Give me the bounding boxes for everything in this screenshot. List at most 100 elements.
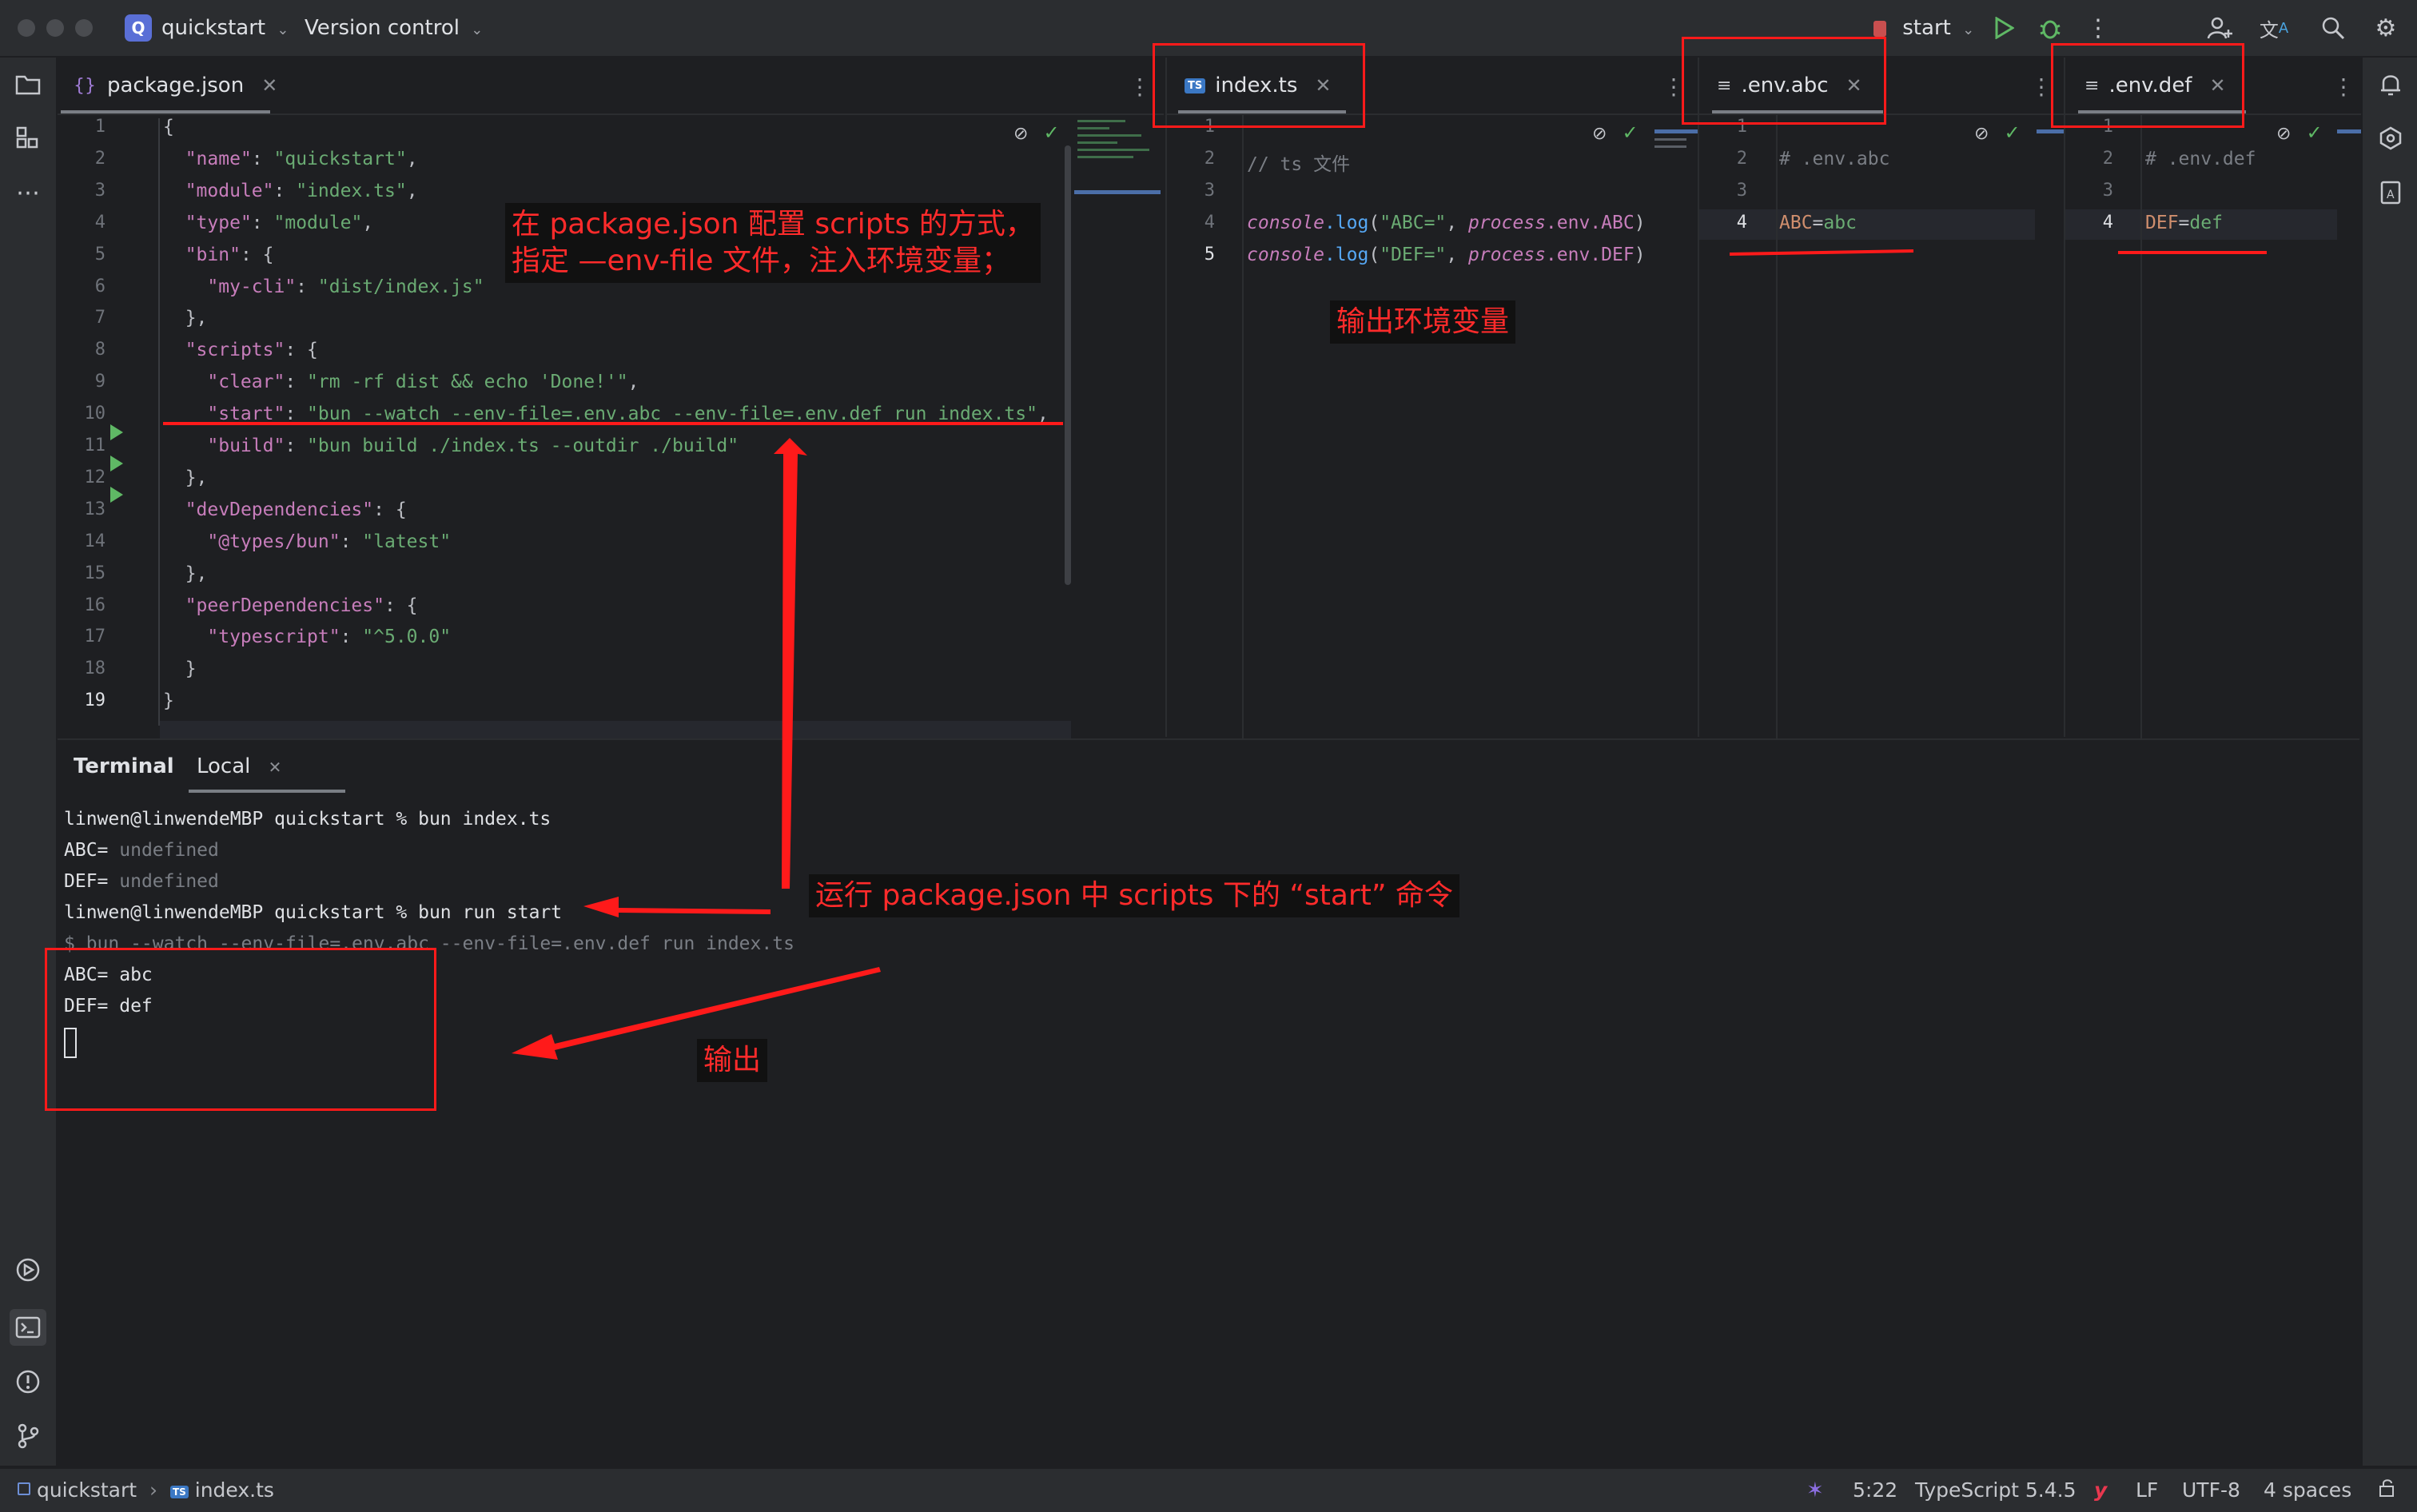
code-area[interactable]: ⊘ ✓ 1 2 # .env.def 3 4 DEF=def — [2065, 115, 2337, 738]
line-text: "my-cli": "dist/index.js" — [207, 276, 484, 297]
settings-icon[interactable]: ⚙ — [2371, 13, 2401, 43]
highlight-box-output — [45, 948, 436, 1111]
line-number: 12 — [84, 467, 106, 487]
more-tools-icon[interactable]: ⋯ — [13, 177, 43, 208]
minimap[interactable] — [2337, 126, 2361, 142]
scrollbar[interactable] — [1065, 145, 1071, 585]
run-config-selector[interactable]: start ⌄ — [1873, 14, 1974, 44]
problems-icon[interactable] — [13, 1367, 43, 1397]
search-icon[interactable] — [2318, 13, 2348, 43]
yarn-icon[interactable]: y — [2094, 1478, 2107, 1502]
breadcrumb-file[interactable]: index.ts — [195, 1478, 274, 1502]
ai-status-icon[interactable]: ✶ — [1806, 1478, 1824, 1502]
line-text: "build": "bun build ./index.ts --outdir … — [207, 436, 739, 456]
breadcrumb-project[interactable]: quickstart — [37, 1478, 137, 1502]
project-badge[interactable]: Q — [125, 14, 152, 42]
ai-assistant-icon[interactable] — [2375, 123, 2406, 153]
code-area[interactable]: ⊘ ✓ 1 2 # .env.abc 3 4 ABC=abc — [1699, 115, 2035, 738]
run-script-icon[interactable] — [110, 487, 123, 503]
annotation-scripts-note: 在 package.json 配置 scripts 的方式， 指定 —env-f… — [505, 203, 1041, 283]
folder-icon[interactable] — [13, 69, 43, 99]
debug-icon[interactable] — [2035, 13, 2065, 43]
line-number: 4 — [1204, 212, 1215, 233]
annotation-output-env: 输出环境变量 — [1330, 300, 1516, 344]
run-script-icon[interactable] — [110, 456, 123, 472]
line-number: 2 — [94, 148, 106, 169]
line-number: 17 — [84, 627, 106, 647]
font-book-icon[interactable]: A — [2375, 177, 2406, 208]
editor-tabbar: {} package.json ✕ ⋮ — [58, 58, 1164, 115]
zoom-window-button[interactable] — [75, 19, 93, 37]
indent-guide — [158, 118, 160, 726]
terminal-header: Terminal Local ✕ — [58, 740, 2359, 793]
gutter-divider — [2140, 115, 2142, 738]
run-services-icon[interactable] — [13, 1255, 43, 1285]
git-icon[interactable] — [13, 1421, 43, 1451]
checkmark-icon: ✓ — [1622, 121, 1639, 144]
checkmark-icon: ✓ — [2004, 121, 2021, 144]
terminal-line-text: DEF= undefined — [64, 871, 219, 892]
run-config-name: start — [1902, 16, 1951, 40]
minimap[interactable] — [1074, 115, 1164, 275]
minimap[interactable] — [2037, 126, 2064, 142]
current-line-highlight — [1699, 209, 2035, 240]
file-encoding[interactable]: UTF-8 — [2182, 1478, 2240, 1502]
more-icon[interactable]: ⋮ — [2332, 74, 2355, 100]
inspection-status: ⊘ ✓ — [1974, 121, 2021, 144]
code-area[interactable]: ⊘ ✓ 1 2// ts 文件 3 4 console.log("ABC=", proc… — [1167, 115, 1647, 738]
left-tool-strip: ⋯ — [0, 58, 58, 1466]
close-icon[interactable]: ✕ — [261, 74, 277, 97]
run-script-icon[interactable] — [110, 424, 123, 440]
eye-off-icon: ⊘ — [2276, 124, 2292, 144]
tab-terminal-local[interactable]: Local ✕ — [197, 754, 281, 778]
status-bar: quickstart › TS index.ts ✶ 5:22 TypeScri… — [0, 1467, 2417, 1512]
line-number: 11 — [84, 436, 106, 456]
structure-icon[interactable] — [13, 123, 43, 153]
close-icon[interactable]: ✕ — [269, 758, 282, 777]
minimap[interactable] — [1654, 126, 1698, 174]
more-icon[interactable]: ⋮ — [2083, 13, 2113, 43]
terminal-icon[interactable] — [10, 1309, 46, 1346]
chevron-right-icon: › — [149, 1478, 158, 1502]
gutter-divider — [1776, 115, 1778, 738]
more-icon[interactable]: ⋮ — [2030, 74, 2053, 100]
checkmark-icon: ✓ — [2306, 121, 2323, 144]
tab-package-json[interactable]: {} package.json ✕ — [74, 58, 277, 113]
notifications-icon[interactable] — [2375, 69, 2406, 99]
minimize-window-button[interactable] — [46, 19, 64, 37]
line-number: 7 — [94, 308, 106, 328]
line-text: "devDependencies": { — [185, 499, 407, 520]
line-text: ABC=abc — [1779, 212, 1857, 233]
close-window-button[interactable] — [18, 19, 35, 37]
line-number: 16 — [84, 595, 106, 615]
line-number: 5 — [94, 244, 106, 265]
line-number: 3 — [1204, 180, 1215, 201]
line-number: 19 — [84, 690, 106, 711]
terminal-line: DEF= undefined — [64, 871, 219, 892]
more-icon[interactable]: ⋮ — [1129, 74, 1151, 100]
line-number: 8 — [94, 340, 106, 360]
inspection-status: ⊘ ✓ — [2276, 121, 2323, 144]
line-text: { — [163, 117, 174, 137]
inspection-status: ⊘ ✓ — [1592, 121, 1639, 144]
add-user-icon[interactable] — [2204, 13, 2235, 43]
line-text: }, — [163, 308, 208, 329]
translate-icon[interactable]: 文A — [2259, 13, 2289, 43]
language-level[interactable]: TypeScript 5.4.5 — [1915, 1478, 2077, 1502]
vcs-menu[interactable]: Version control ⌄ — [305, 14, 483, 44]
line-text: }, — [163, 563, 208, 584]
lock-icon[interactable] — [2379, 1478, 2396, 1502]
editor-env-def: ≡ .env.def ✕ ⋮ ⊘ ✓ 1 2 # .env.def 3 4 DEF=def — [2064, 58, 2361, 738]
project-switcher[interactable]: quickstart ⌄ — [161, 14, 289, 44]
editor-index-ts: TS index.ts ✕ ⋮ ⊘ ✓ 1 2// ts 文件 3 4 console.… — [1165, 58, 1698, 738]
annotation-run-start: 运行 package.json 中 scripts 下的 “start” 命令 — [809, 874, 1459, 917]
line-ending[interactable]: LF — [2136, 1478, 2158, 1502]
chevron-down-icon: ⌄ — [277, 22, 289, 38]
indent-setting[interactable]: 4 spaces — [2264, 1478, 2351, 1502]
gutter-divider — [1242, 115, 1244, 738]
run-icon[interactable] — [1989, 13, 2019, 43]
caret-position[interactable]: 5:22 — [1853, 1478, 1897, 1502]
line-number: 15 — [84, 563, 106, 583]
chevron-down-icon: ⌄ — [1962, 22, 1975, 38]
project-name: quickstart — [161, 16, 266, 40]
